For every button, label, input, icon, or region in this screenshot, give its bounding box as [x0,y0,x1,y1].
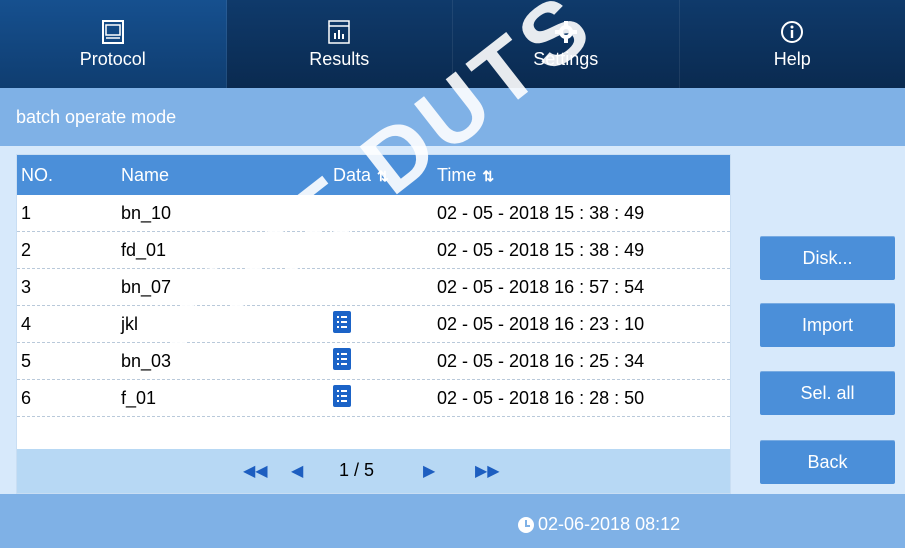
tab-label: Settings [533,48,599,69]
row-no: 4 [21,314,32,334]
row-time: 02 - 05 - 2018 16 : 57 : 54 [437,277,645,297]
table-header: NO. Name Data ⇅ Time ⇅ [17,155,730,195]
select-all-button[interactable]: Sel. all [760,371,895,415]
row-time: 02 - 05 - 2018 15 : 38 : 49 [437,240,645,260]
tab-settings[interactable]: Settings [453,0,680,88]
page-indicator: 1 / 5 [339,460,375,480]
status-bar [0,494,905,548]
sort-icon: ⇅ [377,168,389,184]
data-file-icon[interactable] [333,385,351,407]
row-time: 02 - 05 - 2018 16 : 23 : 10 [437,314,645,334]
table-row[interactable]: 2 fd_01 02 - 05 - 2018 15 : 38 : 49 [17,232,730,269]
row-name: f_01 [121,388,157,408]
row-name: jkl [121,314,138,334]
table-row[interactable]: 4 jkl 02 - 05 - 2018 16 : 23 : 10 [17,306,730,343]
mode-title: batch operate mode [16,106,177,127]
protocol-table: NO. Name Data ⇅ Time ⇅ 1 bn_10 02 - 05 - 2… [16,154,731,494]
first-page-icon[interactable]: ◀◀ [243,461,268,481]
tab-label: Protocol [79,48,146,69]
table-row[interactable]: 6 f_01 02 - 05 - 2018 16 : 28 : 50 [17,380,730,417]
header-name: Name [121,165,170,185]
import-button[interactable]: Import [760,303,895,347]
tab-label: Results [309,48,370,69]
clock-icon [518,516,534,533]
prev-page-icon[interactable]: ◀ [291,461,303,481]
header-data[interactable]: Data ⇅ [333,165,389,186]
mode-bar: batch operate mode [0,88,905,146]
top-navigation: Protocol Results Settings Help [0,0,905,88]
disk-button[interactable]: Disk... [760,236,895,280]
row-name: bn_10 [121,203,172,223]
pagination-bar: ◀◀ ◀ 1 / 5 ▶ ▶▶ [17,449,730,493]
next-page-icon[interactable]: ▶ [423,461,435,481]
header-data-label: Data [333,165,372,185]
header-time[interactable]: Time ⇅ [437,165,494,186]
row-time: 02 - 05 - 2018 16 : 25 : 34 [437,351,645,371]
protocol-icon [99,19,127,45]
tab-results[interactable]: Results [227,0,453,88]
results-chart-icon [325,19,353,45]
sort-icon: ⇅ [482,168,495,184]
header-no: NO. [21,165,54,185]
row-name: fd_01 [121,240,167,260]
row-no: 1 [21,203,32,223]
row-no: 5 [21,351,32,371]
header-time-label: Time [437,165,477,185]
tab-protocol[interactable]: Protocol [0,0,227,88]
row-no: 3 [21,277,32,297]
row-time: 02 - 05 - 2018 15 : 38 : 49 [437,203,645,223]
info-icon [778,19,806,45]
status-clock: 02-06-2018 08:12 [518,514,680,535]
row-name: bn_03 [121,351,172,371]
back-button[interactable]: Back [760,440,895,484]
table-row[interactable]: 1 bn_10 02 - 05 - 2018 15 : 38 : 49 [17,195,730,232]
status-datetime: 02-06-2018 08:12 [538,514,681,534]
row-no: 6 [21,388,32,408]
row-name: bn_07 [121,277,172,297]
row-no: 2 [21,240,32,260]
gear-icon [552,19,580,45]
last-page-icon[interactable]: ▶▶ [475,461,500,481]
tab-label: Help [773,48,811,69]
row-time: 02 - 05 - 2018 16 : 28 : 50 [437,388,645,408]
tab-help[interactable]: Help [680,0,905,88]
table-row[interactable]: 3 bn_07 02 - 05 - 2018 16 : 57 : 54 [17,269,730,306]
data-file-icon[interactable] [333,311,351,333]
table-row[interactable]: 5 bn_03 02 - 05 - 2018 16 : 25 : 34 [17,343,730,380]
data-file-icon[interactable] [333,348,351,370]
